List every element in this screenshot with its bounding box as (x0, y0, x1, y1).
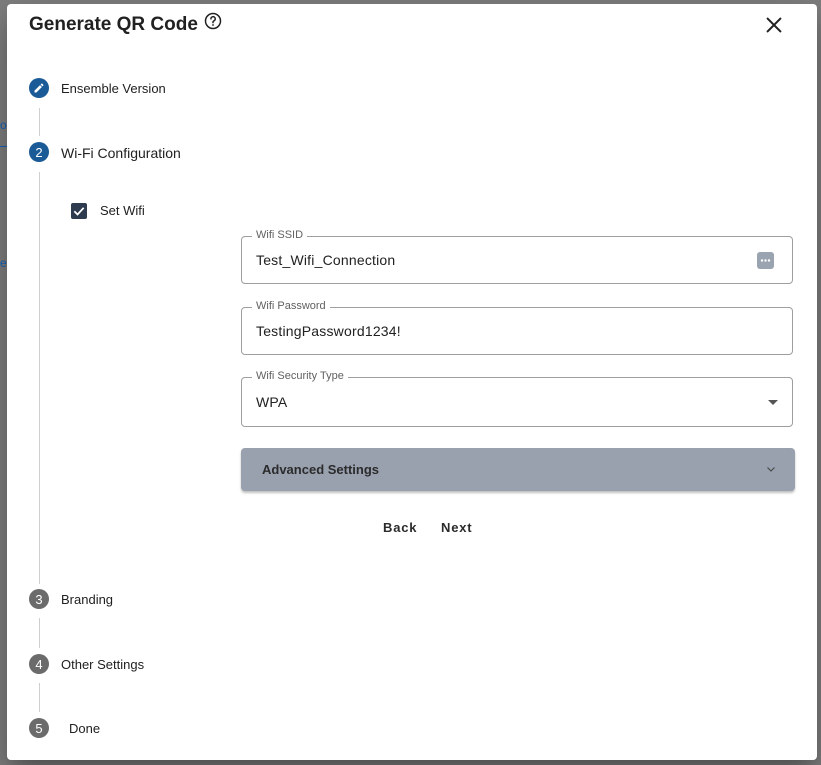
dropdown-arrow-icon[interactable] (768, 400, 778, 405)
set-wifi-checkbox[interactable] (71, 203, 87, 219)
step-connector (39, 172, 40, 584)
close-icon[interactable] (763, 14, 785, 36)
password-manager-icon[interactable] (757, 252, 774, 269)
pencil-icon (34, 83, 44, 93)
step-5-circle: 5 (29, 718, 49, 738)
background-divider (0, 146, 7, 147)
wifi-security-select[interactable]: Wifi Security Type WPA (241, 370, 793, 427)
background-fragment: e (0, 256, 7, 270)
dialog-title-text: Generate QR Code (29, 14, 198, 35)
advanced-settings-label: Advanced Settings (262, 462, 380, 477)
wifi-security-value[interactable]: WPA (256, 394, 287, 410)
generate-qr-dialog: Generate QR Code Ensemble Version 2 Wi-F… (7, 4, 817, 760)
back-button[interactable]: Back (383, 520, 417, 535)
step-connector (39, 618, 40, 648)
advanced-settings-panel[interactable]: Advanced Settings (241, 448, 795, 491)
step-2-circle: 2 (29, 142, 49, 162)
step-1-edit-circle[interactable] (29, 78, 49, 98)
step-4-circle: 4 (29, 654, 49, 674)
wifi-ssid-label: Wifi SSID (252, 229, 308, 241)
wifi-password-label: Wifi Password (252, 300, 330, 312)
wifi-password-field[interactable]: Wifi Password TestingPassword1234! (241, 300, 793, 355)
step-3-circle: 3 (29, 589, 49, 609)
step-1-label[interactable]: Ensemble Version (61, 81, 166, 96)
dots-icon (760, 259, 771, 262)
chevron-down-icon[interactable] (765, 463, 777, 475)
step-3-label[interactable]: Branding (61, 592, 113, 607)
checkmark-icon (73, 207, 85, 216)
wifi-ssid-input[interactable]: Test_Wifi_Connection (256, 252, 395, 268)
step-5-label[interactable]: Done (69, 721, 100, 736)
step-connector (39, 108, 40, 136)
set-wifi-label[interactable]: Set Wifi (100, 203, 145, 218)
wifi-security-label: Wifi Security Type (252, 370, 348, 382)
help-icon[interactable] (204, 12, 222, 30)
step-connector (39, 683, 40, 712)
step-2-label[interactable]: Wi-Fi Configuration (61, 145, 181, 161)
next-button[interactable]: Next (441, 520, 472, 535)
wifi-password-input[interactable]: TestingPassword1234! (256, 323, 401, 339)
wifi-ssid-field[interactable]: Wifi SSID Test_Wifi_Connection (241, 229, 793, 284)
step-4-label[interactable]: Other Settings (61, 657, 144, 672)
dialog-title: Generate QR Code (29, 12, 222, 36)
background-fragment: o (0, 118, 7, 132)
